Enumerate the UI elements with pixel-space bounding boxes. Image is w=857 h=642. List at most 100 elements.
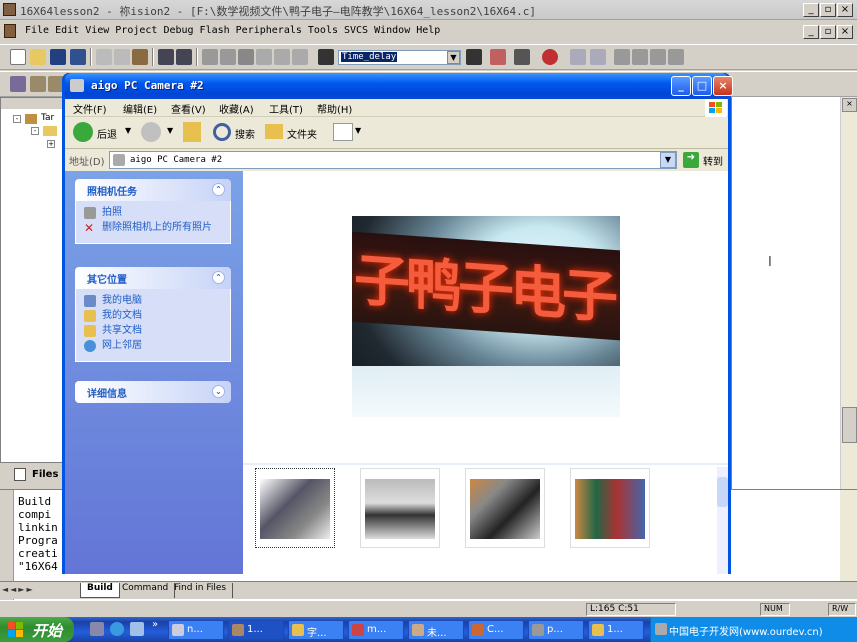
- camera-preview-image[interactable]: 子鸭子电子: [352, 216, 620, 417]
- menu-flash[interactable]: Flash: [197, 22, 233, 39]
- chevron-down-icon[interactable]: ▼: [447, 51, 460, 64]
- hand-icon[interactable]: [614, 49, 630, 65]
- tool2-icon[interactable]: [668, 49, 684, 65]
- tab-build[interactable]: Build: [80, 583, 120, 598]
- scroll-up-icon[interactable]: ×: [842, 98, 857, 112]
- tray-icon[interactable]: [655, 623, 667, 635]
- taskbar-item[interactable]: n...: [168, 620, 224, 640]
- next-bookmark-icon[interactable]: [274, 49, 290, 65]
- collapse-icon[interactable]: ⌃: [212, 183, 225, 196]
- panel-header[interactable]: 详细信息 ⌄: [75, 381, 231, 403]
- menu-file[interactable]: 文件(F): [73, 101, 107, 116]
- menu-view[interactable]: View: [82, 22, 112, 39]
- camera-close-button[interactable]: ×: [713, 76, 733, 96]
- menu-project[interactable]: Project: [112, 22, 160, 39]
- expand-icon[interactable]: +: [47, 140, 55, 148]
- delete-all-photos-link[interactable]: ✕ 删除照相机上的所有照片: [84, 222, 222, 234]
- taskbar-item[interactable]: 未...: [408, 620, 464, 640]
- taskbar-item[interactable]: 1...: [588, 620, 644, 640]
- address-input[interactable]: aigo PC Camera #2 ▼: [109, 151, 677, 169]
- menu-tools[interactable]: Tools: [305, 22, 341, 39]
- shared-documents-link[interactable]: 共享文档: [84, 325, 222, 337]
- tool-icon[interactable]: [650, 49, 666, 65]
- save-icon[interactable]: [50, 49, 66, 65]
- find-in-files-icon[interactable]: [318, 49, 334, 65]
- panel-header[interactable]: 其它位置 ⌃: [75, 267, 231, 289]
- taskbar-item[interactable]: m...: [348, 620, 404, 640]
- menu-file[interactable]: File: [22, 22, 52, 39]
- menu-favorites[interactable]: 收藏(A): [219, 101, 254, 116]
- open-folder-icon[interactable]: [30, 49, 46, 65]
- menu-window[interactable]: Window: [371, 22, 413, 39]
- chevron-right-icon[interactable]: »: [152, 619, 158, 630]
- function-combo[interactable]: Time_delay ▼: [338, 50, 461, 65]
- expand-icon[interactable]: ⌄: [212, 385, 225, 398]
- output-vscroll[interactable]: [840, 490, 857, 590]
- scroll-thumb[interactable]: [842, 407, 857, 443]
- camera-maximize-button[interactable]: □: [692, 76, 712, 96]
- new-file-icon[interactable]: [10, 49, 26, 65]
- bookmark-icon[interactable]: [238, 49, 254, 65]
- menu-help[interactable]: Help: [413, 22, 443, 39]
- folders-button[interactable]: 文件夹: [287, 126, 317, 141]
- chevron-down-icon[interactable]: ▼: [660, 152, 676, 168]
- menu-view[interactable]: 查看(V): [171, 101, 206, 116]
- search-icon[interactable]: [213, 123, 231, 141]
- keil-minimize-button[interactable]: _: [803, 3, 819, 17]
- go-button[interactable]: 转到: [703, 153, 723, 168]
- camera-minimize-button[interactable]: _: [671, 76, 691, 96]
- photo-thumbnail[interactable]: [570, 468, 650, 548]
- chevron-down-icon[interactable]: ▼: [167, 126, 173, 135]
- browse-icon[interactable]: [490, 49, 506, 65]
- taskbar-item-keil[interactable]: 1...: [228, 620, 284, 640]
- print-icon[interactable]: [514, 49, 530, 65]
- menu-debug[interactable]: Debug: [160, 22, 196, 39]
- clear-bookmarks-icon[interactable]: [292, 49, 308, 65]
- indent-icon[interactable]: [202, 49, 218, 65]
- editor-vscroll[interactable]: ×: [840, 97, 857, 489]
- back-button[interactable]: 后退: [97, 126, 117, 141]
- find-icon[interactable]: [466, 49, 482, 65]
- menu-svcs[interactable]: SVCS: [341, 22, 371, 39]
- files-tab[interactable]: Files: [32, 469, 58, 480]
- window-icon[interactable]: [570, 49, 586, 65]
- taskbar-item[interactable]: p...: [528, 620, 584, 640]
- menu-edit[interactable]: 编辑(E): [123, 101, 157, 116]
- desktop-icon[interactable]: [130, 622, 144, 636]
- scroll-thumb[interactable]: [717, 477, 728, 507]
- menu-tools[interactable]: 工具(T): [269, 101, 303, 116]
- take-photo-link[interactable]: 拍照: [84, 207, 222, 219]
- window-layout-icon[interactable]: [590, 49, 606, 65]
- menu-help[interactable]: 帮助(H): [317, 101, 352, 116]
- go-arrow-icon[interactable]: ➜: [683, 152, 699, 168]
- doc-minimize-button[interactable]: _: [803, 25, 819, 39]
- doc-close-button[interactable]: ×: [837, 25, 853, 39]
- menu-peripherals[interactable]: Peripherals: [233, 22, 305, 39]
- tab-nav-icon[interactable]: ◄◄►►: [2, 585, 35, 594]
- search-button[interactable]: 搜索: [235, 126, 255, 141]
- back-arrow-icon[interactable]: [73, 122, 93, 142]
- chevron-down-icon[interactable]: ▼: [125, 126, 131, 135]
- expand-icon[interactable]: -: [31, 127, 39, 135]
- start-button[interactable]: 开始: [0, 617, 74, 642]
- cut-icon[interactable]: [96, 49, 112, 65]
- thumbs-vscroll[interactable]: [717, 467, 728, 574]
- photo-thumbnail[interactable]: [465, 468, 545, 548]
- forward-arrow-icon[interactable]: [141, 122, 161, 142]
- keil-close-button[interactable]: ×: [837, 3, 853, 17]
- chevron-down-icon[interactable]: ▼: [355, 126, 361, 135]
- keil-maximize-button[interactable]: ▫: [820, 3, 836, 17]
- network-places-link[interactable]: 网上邻居: [84, 340, 222, 352]
- save-all-icon[interactable]: [70, 49, 86, 65]
- redo-icon[interactable]: [176, 49, 192, 65]
- menu-edit[interactable]: Edit: [52, 22, 82, 39]
- photo-thumbnail[interactable]: [255, 468, 335, 548]
- photo-thumbnail[interactable]: [360, 468, 440, 548]
- build-icon[interactable]: [30, 76, 46, 92]
- tab-command[interactable]: Command: [116, 583, 176, 598]
- quicklaunch-icon[interactable]: [90, 622, 104, 636]
- expand-icon[interactable]: -: [13, 115, 21, 123]
- taskbar-item[interactable]: 字...: [288, 620, 344, 640]
- translate-icon[interactable]: [10, 76, 26, 92]
- taskbar-item[interactable]: C...: [468, 620, 524, 640]
